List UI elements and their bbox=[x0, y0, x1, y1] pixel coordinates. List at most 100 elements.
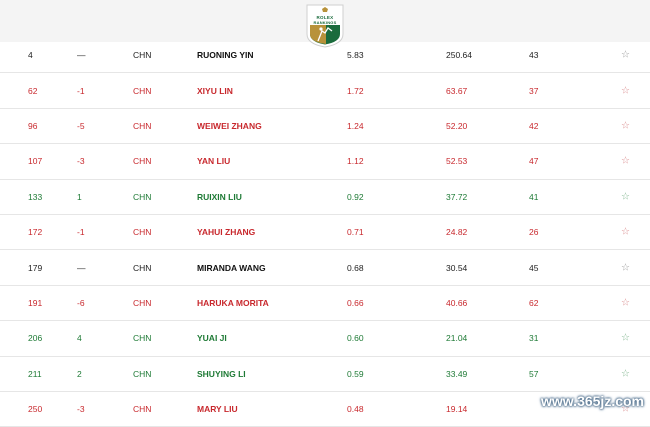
movement-cell: 2 bbox=[77, 368, 82, 379]
player-name[interactable]: MIRANDA WANG bbox=[197, 263, 266, 273]
events-cell: 45 bbox=[529, 262, 539, 273]
events-cell: 57 bbox=[529, 368, 539, 379]
nationality-cell: CHN bbox=[133, 227, 152, 238]
player-name[interactable]: WEIWEI ZHANG bbox=[197, 121, 262, 131]
player-name[interactable]: MARY LIU bbox=[197, 404, 238, 414]
movement-cell: -6 bbox=[77, 297, 85, 308]
rank-cell: 179 bbox=[28, 262, 43, 273]
table-row[interactable]: 191 -6 CHN HARUKA MORITA 0.66 40.66 62 ☆ bbox=[0, 286, 650, 322]
nationality-cell: CHN bbox=[133, 191, 152, 202]
events-cell: 31 bbox=[529, 333, 539, 344]
average-points-cell: 0.68 bbox=[347, 262, 364, 273]
nationality-cell: CHN bbox=[133, 333, 152, 344]
nationality-cell: CHN bbox=[133, 156, 152, 167]
rankings-table: 4 — CHN RUONING YIN 5.83 250.64 43 ☆ 62 -1 CHN XIYU… bbox=[0, 38, 650, 427]
player-name[interactable]: HARUKA MORITA bbox=[197, 298, 269, 308]
events-cell: 42 bbox=[529, 120, 539, 131]
nationality-cell: CHN bbox=[133, 297, 152, 308]
average-points-cell: 5.83 bbox=[347, 50, 364, 61]
total-points-cell: 30.54 bbox=[446, 262, 468, 273]
favorite-star-icon[interactable]: ☆ bbox=[621, 120, 630, 131]
player-name[interactable]: SHUYING LI bbox=[197, 369, 246, 379]
rank-cell: 191 bbox=[28, 297, 43, 308]
average-points-cell: 0.59 bbox=[347, 368, 364, 379]
favorite-star-icon[interactable]: ☆ bbox=[621, 191, 630, 202]
events-cell: 43 bbox=[529, 50, 539, 61]
table-row[interactable]: 96 -5 CHN WEIWEI ZHANG 1.24 52.20 42 ☆ bbox=[0, 109, 650, 145]
table-row[interactable]: 62 -1 CHN XIYU LIN 1.72 63.67 37 ☆ bbox=[0, 73, 650, 109]
favorite-star-icon[interactable]: ☆ bbox=[621, 262, 630, 273]
favorite-star-icon[interactable]: ☆ bbox=[621, 333, 630, 344]
nationality-cell: CHN bbox=[133, 368, 152, 379]
average-points-cell: 0.66 bbox=[347, 297, 364, 308]
player-name[interactable]: RUIXIN LIU bbox=[197, 192, 242, 202]
total-points-cell: 21.04 bbox=[446, 333, 468, 344]
total-points-cell: 250.64 bbox=[446, 50, 472, 61]
movement-cell: -3 bbox=[77, 156, 85, 167]
favorite-star-icon[interactable]: ☆ bbox=[621, 297, 630, 308]
average-points-cell: 1.72 bbox=[347, 85, 364, 96]
average-points-cell: 0.92 bbox=[347, 191, 364, 202]
player-name[interactable]: YAN LIU bbox=[197, 156, 230, 166]
movement-cell: -1 bbox=[77, 227, 85, 238]
logo-shield-icon bbox=[306, 4, 344, 48]
rank-cell: 206 bbox=[28, 333, 43, 344]
events-cell: 41 bbox=[529, 191, 539, 202]
movement-cell: — bbox=[77, 50, 86, 61]
table-row[interactable]: 133 1 CHN RUIXIN LIU 0.92 37.72 41 ☆ bbox=[0, 180, 650, 215]
player-name[interactable]: YUAI JI bbox=[197, 333, 227, 343]
rank-cell: 62 bbox=[28, 85, 38, 96]
favorite-star-icon[interactable]: ☆ bbox=[621, 50, 630, 61]
events-cell: 47 bbox=[529, 156, 539, 167]
logo-line2: RANKINGS bbox=[313, 20, 337, 25]
rank-cell: 107 bbox=[28, 156, 43, 167]
table-row[interactable]: 206 4 CHN YUAI JI 0.60 21.04 31 ☆ bbox=[0, 321, 650, 357]
rank-cell: 250 bbox=[28, 404, 43, 415]
total-points-cell: 33.49 bbox=[446, 368, 468, 379]
favorite-star-icon[interactable]: ☆ bbox=[621, 156, 630, 167]
rolex-rankings-logo[interactable]: ROLEX RANKINGS bbox=[306, 4, 344, 48]
nationality-cell: CHN bbox=[133, 85, 152, 96]
nationality-cell: CHN bbox=[133, 404, 152, 415]
rank-cell: 211 bbox=[28, 368, 42, 379]
player-name[interactable]: RUONING YIN bbox=[197, 50, 254, 60]
rank-cell: 4 bbox=[28, 50, 33, 61]
total-points-cell: 24.82 bbox=[446, 227, 468, 238]
nationality-cell: CHN bbox=[133, 120, 152, 131]
average-points-cell: 1.12 bbox=[347, 156, 364, 167]
table-row[interactable]: 172 -1 CHN YAHUI ZHANG 0.71 24.82 26 ☆ bbox=[0, 215, 650, 251]
movement-cell: 1 bbox=[77, 191, 82, 202]
movement-cell: — bbox=[77, 262, 86, 273]
favorite-star-icon[interactable]: ☆ bbox=[621, 227, 630, 238]
player-name[interactable]: YAHUI ZHANG bbox=[197, 227, 255, 237]
average-points-cell: 1.24 bbox=[347, 120, 364, 131]
average-points-cell: 0.60 bbox=[347, 333, 364, 344]
table-row[interactable]: 107 -3 CHN YAN LIU 1.12 52.53 47 ☆ bbox=[0, 144, 650, 180]
total-points-cell: 19.14 bbox=[446, 404, 468, 415]
total-points-cell: 52.53 bbox=[446, 156, 468, 167]
favorite-star-icon[interactable]: ☆ bbox=[621, 368, 630, 379]
total-points-cell: 37.72 bbox=[446, 191, 468, 202]
nationality-cell: CHN bbox=[133, 50, 152, 61]
movement-cell: 4 bbox=[77, 333, 82, 344]
events-cell: 37 bbox=[529, 85, 539, 96]
movement-cell: -5 bbox=[77, 120, 85, 131]
total-points-cell: 52.20 bbox=[446, 120, 468, 131]
rank-cell: 172 bbox=[28, 227, 43, 238]
average-points-cell: 0.71 bbox=[347, 227, 364, 238]
table-row[interactable]: 211 2 CHN SHUYING LI 0.59 33.49 57 ☆ bbox=[0, 357, 650, 392]
events-cell: 62 bbox=[529, 297, 539, 308]
events-cell: 26 bbox=[529, 227, 539, 238]
movement-cell: -3 bbox=[77, 404, 85, 415]
player-name[interactable]: XIYU LIN bbox=[197, 86, 233, 96]
rank-cell: 133 bbox=[28, 191, 43, 202]
movement-cell: -1 bbox=[77, 85, 85, 96]
rank-cell: 96 bbox=[28, 120, 38, 131]
table-row[interactable]: 179 — CHN MIRANDA WANG 0.68 30.54 45 ☆ bbox=[0, 250, 650, 286]
nationality-cell: CHN bbox=[133, 262, 152, 273]
favorite-star-icon[interactable]: ☆ bbox=[621, 85, 630, 96]
total-points-cell: 40.66 bbox=[446, 297, 468, 308]
total-points-cell: 63.67 bbox=[446, 85, 468, 96]
watermark: www.365jz.com bbox=[541, 393, 644, 409]
average-points-cell: 0.48 bbox=[347, 404, 364, 415]
